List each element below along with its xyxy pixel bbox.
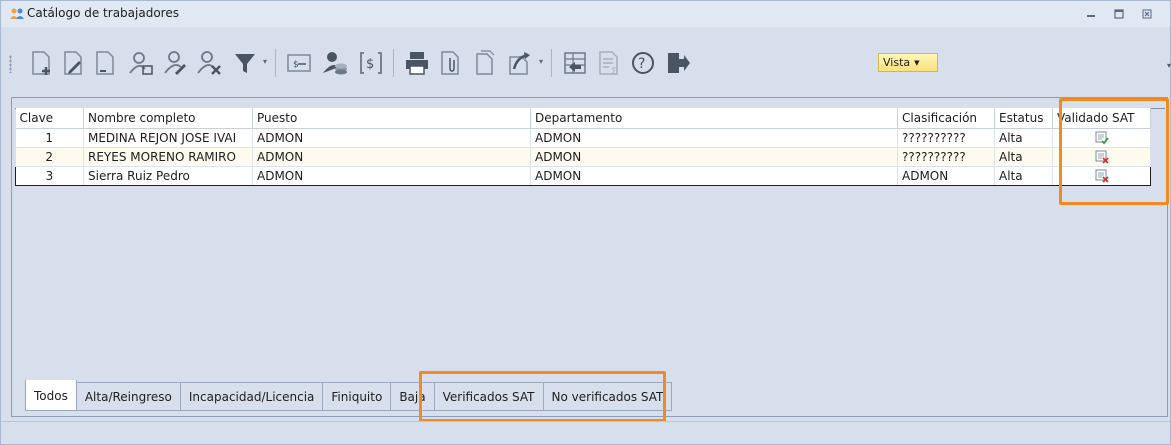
exit-icon[interactable] bbox=[663, 49, 691, 77]
sat-not-verified-icon bbox=[1095, 169, 1109, 183]
toolbar-overflow-icon[interactable]: ▾ bbox=[1167, 61, 1171, 70]
table-row-selected[interactable]: 3 Sierra Ruiz Pedro ADMON ADMON ADMON Al… bbox=[15, 165, 1151, 186]
cell-clasificacion[interactable]: ADMON bbox=[897, 165, 995, 186]
cell-estatus[interactable]: Alta bbox=[994, 128, 1053, 148]
sat-not-verified-icon bbox=[1095, 150, 1109, 164]
attach-document-icon[interactable] bbox=[437, 49, 465, 77]
title-bar: Catálogo de trabajadores bbox=[1, 1, 1170, 27]
workers-table: Clave Nombre completo Puesto Departament… bbox=[15, 108, 1151, 186]
cell-clasificacion[interactable]: ?????????? bbox=[897, 128, 995, 148]
column-header-puesto[interactable]: Puesto bbox=[252, 108, 531, 129]
user-money-icon[interactable] bbox=[321, 49, 349, 77]
vista-dropdown-button[interactable]: Vista ▼ bbox=[878, 53, 938, 72]
cell-estatus[interactable]: Alta bbox=[994, 165, 1053, 186]
tab-incapacidad-licencia[interactable]: Incapacidad/Licencia bbox=[180, 382, 324, 411]
cell-departamento[interactable]: ADMON bbox=[530, 165, 898, 186]
toolbar-separator bbox=[393, 49, 394, 77]
cell-clave[interactable]: 1 bbox=[15, 128, 84, 148]
cell-nombre[interactable]: MEDINA REJON JOSE IVAI bbox=[83, 128, 253, 148]
filter-icon[interactable] bbox=[231, 49, 259, 77]
column-header-estatus[interactable]: Estatus bbox=[994, 108, 1053, 129]
column-header-clave[interactable]: Clave bbox=[15, 108, 84, 129]
app-window: Catálogo de trabajadores ▾ $ $ ▾ Σ ? Vis… bbox=[0, 0, 1171, 445]
sat-verified-icon bbox=[1095, 131, 1109, 145]
user-card-icon[interactable] bbox=[127, 49, 155, 77]
user-remove-icon[interactable] bbox=[195, 49, 223, 77]
cell-estatus[interactable]: Alta bbox=[994, 147, 1053, 167]
filter-dropdown-icon[interactable]: ▾ bbox=[263, 58, 269, 66]
export-icon[interactable] bbox=[505, 49, 533, 77]
blank-document-icon[interactable] bbox=[91, 49, 119, 77]
toolbar-separator bbox=[551, 49, 552, 77]
cell-departamento[interactable]: ADMON bbox=[530, 147, 898, 167]
column-header-nombre[interactable]: Nombre completo bbox=[83, 108, 253, 129]
tab-finiquito[interactable]: Finiquito bbox=[323, 382, 392, 411]
svg-text:$: $ bbox=[293, 60, 299, 70]
tab-baja[interactable]: Baja bbox=[391, 382, 435, 411]
close-icon[interactable] bbox=[1136, 5, 1158, 23]
edit-document-icon[interactable] bbox=[59, 49, 87, 77]
column-header-departamento[interactable]: Departamento bbox=[530, 108, 898, 129]
filter-tabs: Todos Alta/Reingreso Incapacidad/Licenci… bbox=[25, 380, 673, 412]
cell-validado-sat[interactable] bbox=[1052, 165, 1151, 186]
spreadsheet-import-icon[interactable] bbox=[561, 49, 589, 77]
table-header-row: Clave Nombre completo Puesto Departament… bbox=[15, 108, 1151, 129]
toolbar-grip[interactable] bbox=[9, 55, 12, 73]
table-row[interactable]: 2 REYES MORENO RAMIRO ADMON ADMON ??????… bbox=[15, 147, 1151, 167]
status-bar bbox=[1, 421, 1170, 444]
column-header-validado-sat[interactable]: Validado SAT bbox=[1052, 108, 1151, 129]
print-icon[interactable] bbox=[403, 49, 431, 77]
table-row[interactable]: 1 MEDINA REJON JOSE IVAI ADMON ADMON ???… bbox=[15, 128, 1151, 148]
svg-text:?: ? bbox=[638, 56, 645, 72]
new-document-icon[interactable] bbox=[27, 49, 55, 77]
tab-verificados-sat[interactable]: Verificados SAT bbox=[434, 382, 544, 411]
payroll-receipt-icon[interactable]: $ bbox=[285, 49, 313, 77]
chevron-down-icon: ▼ bbox=[914, 58, 920, 67]
user-edit-icon[interactable] bbox=[161, 49, 189, 77]
cell-departamento[interactable]: ADMON bbox=[530, 128, 898, 148]
cell-puesto[interactable]: ADMON bbox=[252, 165, 531, 186]
cell-nombre[interactable]: REYES MORENO RAMIRO bbox=[83, 147, 253, 167]
sum-report-icon[interactable]: Σ bbox=[595, 49, 623, 77]
maximize-icon[interactable] bbox=[1108, 5, 1130, 23]
help-icon[interactable]: ? bbox=[629, 49, 657, 77]
minimize-icon[interactable] bbox=[1080, 5, 1102, 23]
salary-bracket-icon[interactable]: $ bbox=[357, 49, 385, 77]
cell-puesto[interactable]: ADMON bbox=[252, 128, 531, 148]
cell-clasificacion[interactable]: ?????????? bbox=[897, 147, 995, 167]
cell-validado-sat[interactable] bbox=[1052, 128, 1151, 148]
toolbar: ▾ $ $ ▾ Σ ? Vista ▼ ▾ bbox=[9, 43, 1171, 83]
tab-alta-reingreso[interactable]: Alta/Reingreso bbox=[76, 382, 181, 411]
export-dropdown-icon[interactable]: ▾ bbox=[539, 58, 545, 66]
svg-text:$: $ bbox=[366, 57, 374, 72]
tab-no-verificados-sat[interactable]: No verificados SAT bbox=[543, 382, 673, 411]
cell-validado-sat[interactable] bbox=[1052, 147, 1151, 167]
tab-todos[interactable]: Todos bbox=[25, 380, 77, 411]
column-header-clasificacion[interactable]: Clasificación bbox=[897, 108, 995, 129]
svg-text:Σ: Σ bbox=[611, 67, 617, 77]
cell-nombre[interactable]: Sierra Ruiz Pedro bbox=[83, 165, 253, 186]
toolbar-separator bbox=[275, 49, 276, 77]
window-title: Catálogo de trabajadores bbox=[27, 6, 179, 20]
copy-document-icon[interactable] bbox=[471, 49, 499, 77]
cell-clave[interactable]: 3 bbox=[15, 165, 84, 186]
cell-puesto[interactable]: ADMON bbox=[252, 147, 531, 167]
workers-icon bbox=[9, 7, 25, 21]
cell-clave[interactable]: 2 bbox=[15, 147, 84, 167]
vista-label: Vista bbox=[883, 56, 911, 69]
